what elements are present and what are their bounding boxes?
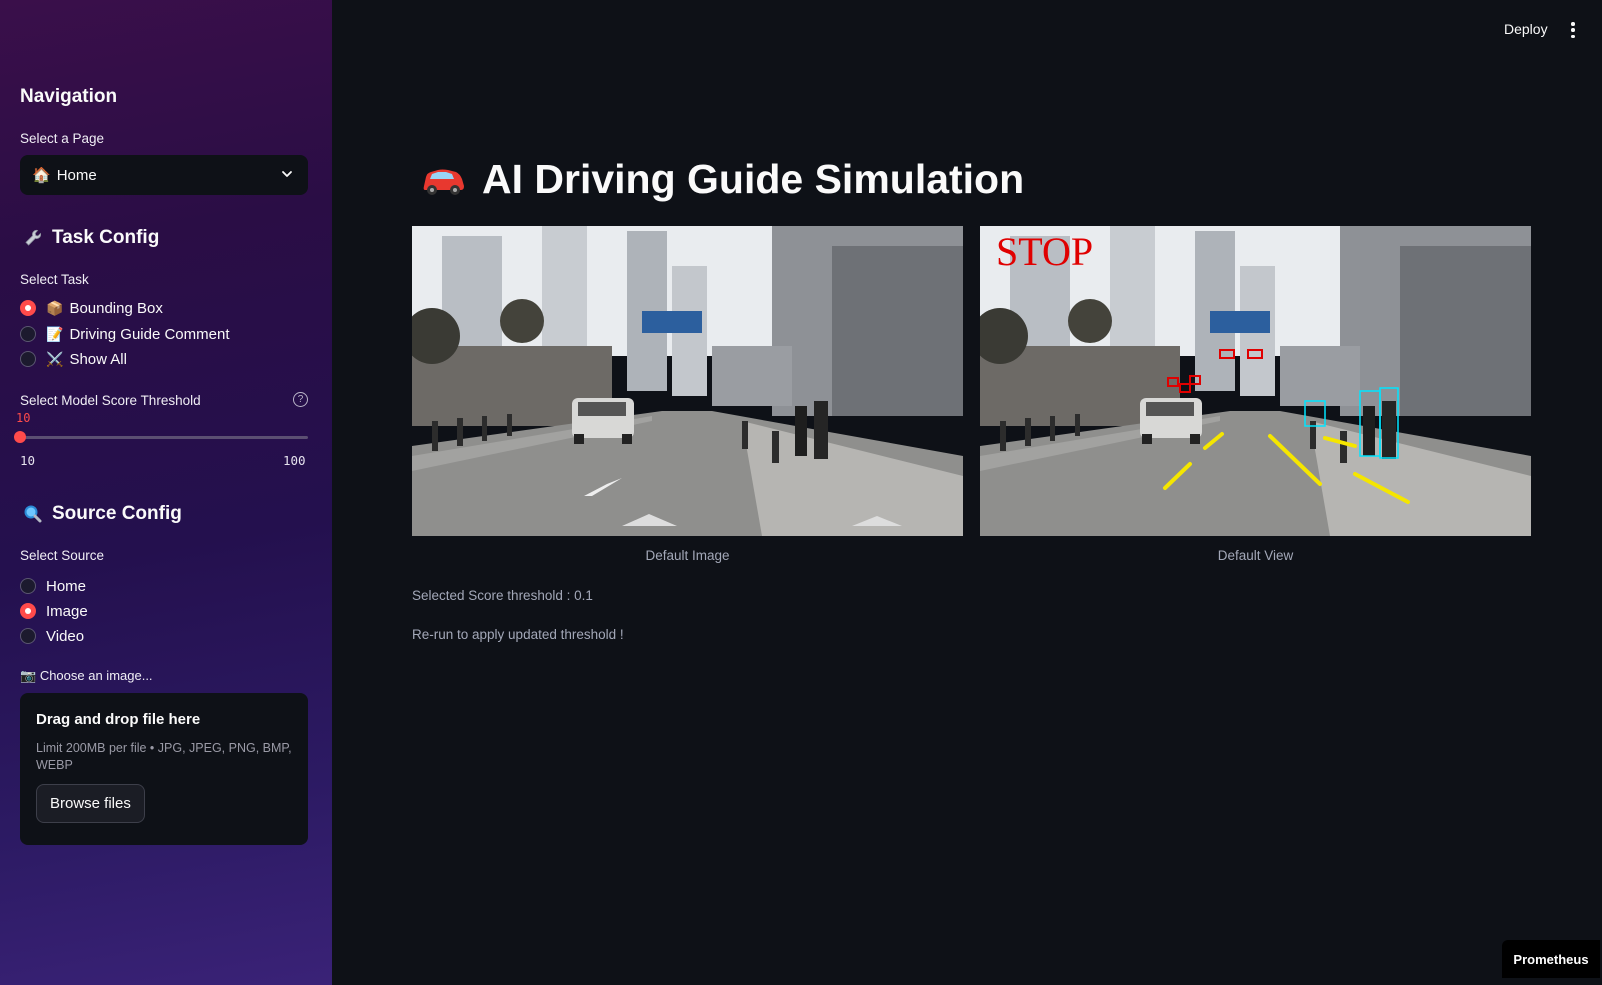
source-option-label: Image [46, 602, 88, 620]
nav-title: Navigation [20, 86, 118, 107]
radio-button[interactable] [20, 603, 36, 619]
dropzone-title: Drag and drop file here [36, 711, 201, 728]
help-icon[interactable]: ? [293, 392, 308, 407]
house-icon: 🏠 [32, 167, 51, 184]
radio-button[interactable] [20, 578, 36, 594]
page-select-value: Home [56, 166, 97, 184]
page-title-text: AI Driving Guide Simulation [482, 156, 1025, 202]
page-title: AI Driving Guide Simulation [418, 156, 1024, 203]
task-option-label: Show All [69, 350, 127, 368]
radio-button[interactable] [20, 326, 36, 342]
task-option-bounding-box[interactable]: 📦 Bounding Box [20, 297, 163, 319]
radio-button[interactable] [20, 351, 36, 367]
crossed-swords-icon: ⚔️ [46, 350, 64, 367]
street-scene-image [412, 226, 963, 536]
camera-icon: 📷 [20, 668, 37, 683]
radio-button[interactable] [20, 300, 36, 316]
rerun-hint-text: Re-run to apply updated threshold ! [412, 627, 624, 642]
threshold-value: 10 [16, 411, 31, 425]
uploader-label-text: Choose an image... [39, 668, 153, 683]
source-option-home[interactable]: Home [20, 575, 86, 597]
threshold-slider-thumb[interactable] [14, 431, 26, 443]
browse-files-button[interactable]: Browse files [36, 784, 145, 823]
radio-button[interactable] [20, 628, 36, 644]
right-image-caption: Default View [1217, 548, 1294, 563]
left-image-caption: Default Image [645, 548, 730, 563]
dropzone-limit: Limit 200MB per file • JPG, JPEG, PNG, B… [36, 741, 292, 772]
page-select[interactable]: 🏠 Home [20, 155, 308, 195]
source-config-label: Source Config [52, 503, 182, 524]
source-option-label: Home [46, 577, 87, 595]
threshold-label: Select Model Score Threshold [20, 393, 201, 408]
uploader-label: 📷 Choose an image... [20, 668, 153, 684]
more-menu-icon[interactable] [1571, 22, 1575, 38]
stop-overlay: STOP [996, 229, 1094, 274]
select-task-label: Select Task [20, 272, 89, 287]
task-option-driving-guide-comment[interactable]: 📝 Driving Guide Comment [20, 323, 230, 345]
threshold-slider-track[interactable] [20, 436, 308, 439]
source-option-label: Video [46, 627, 85, 645]
deploy-button[interactable]: Deploy [1504, 21, 1548, 37]
source-option-image[interactable]: Image [20, 600, 88, 622]
source-option-video[interactable]: Video [20, 625, 84, 647]
task-config-label: Task Config [52, 227, 160, 248]
file-uploader-dropzone[interactable]: Drag and drop file here Limit 200MB per … [20, 693, 308, 845]
score-threshold-text: Selected Score threshold : 0.1 [412, 588, 593, 603]
memo-icon: 📝 [46, 325, 64, 342]
chevron-down-icon [282, 171, 292, 177]
sidebar: Navigation Select a Page 🏠 Home Task Con… [0, 0, 332, 985]
threshold-max: 100 [283, 453, 306, 468]
annotated-view-image: STOP [980, 226, 1531, 536]
task-option-label: Driving Guide Comment [69, 325, 230, 343]
task-config-title: Task Config [22, 227, 159, 249]
select-source-label: Select Source [20, 548, 105, 563]
default-image [412, 226, 963, 536]
threshold-min: 10 [20, 453, 36, 468]
package-icon: 📦 [46, 299, 64, 316]
magnifier-icon [22, 503, 44, 525]
source-config-title: Source Config [22, 503, 182, 525]
wrench-icon [22, 227, 44, 249]
car-icon [423, 169, 464, 195]
prometheus-badge[interactable]: Prometheus [1502, 940, 1600, 978]
task-option-label: Bounding Box [69, 299, 163, 317]
page-select-label: Select a Page [20, 131, 105, 146]
task-option-show-all[interactable]: ⚔️ Show All [20, 348, 127, 370]
